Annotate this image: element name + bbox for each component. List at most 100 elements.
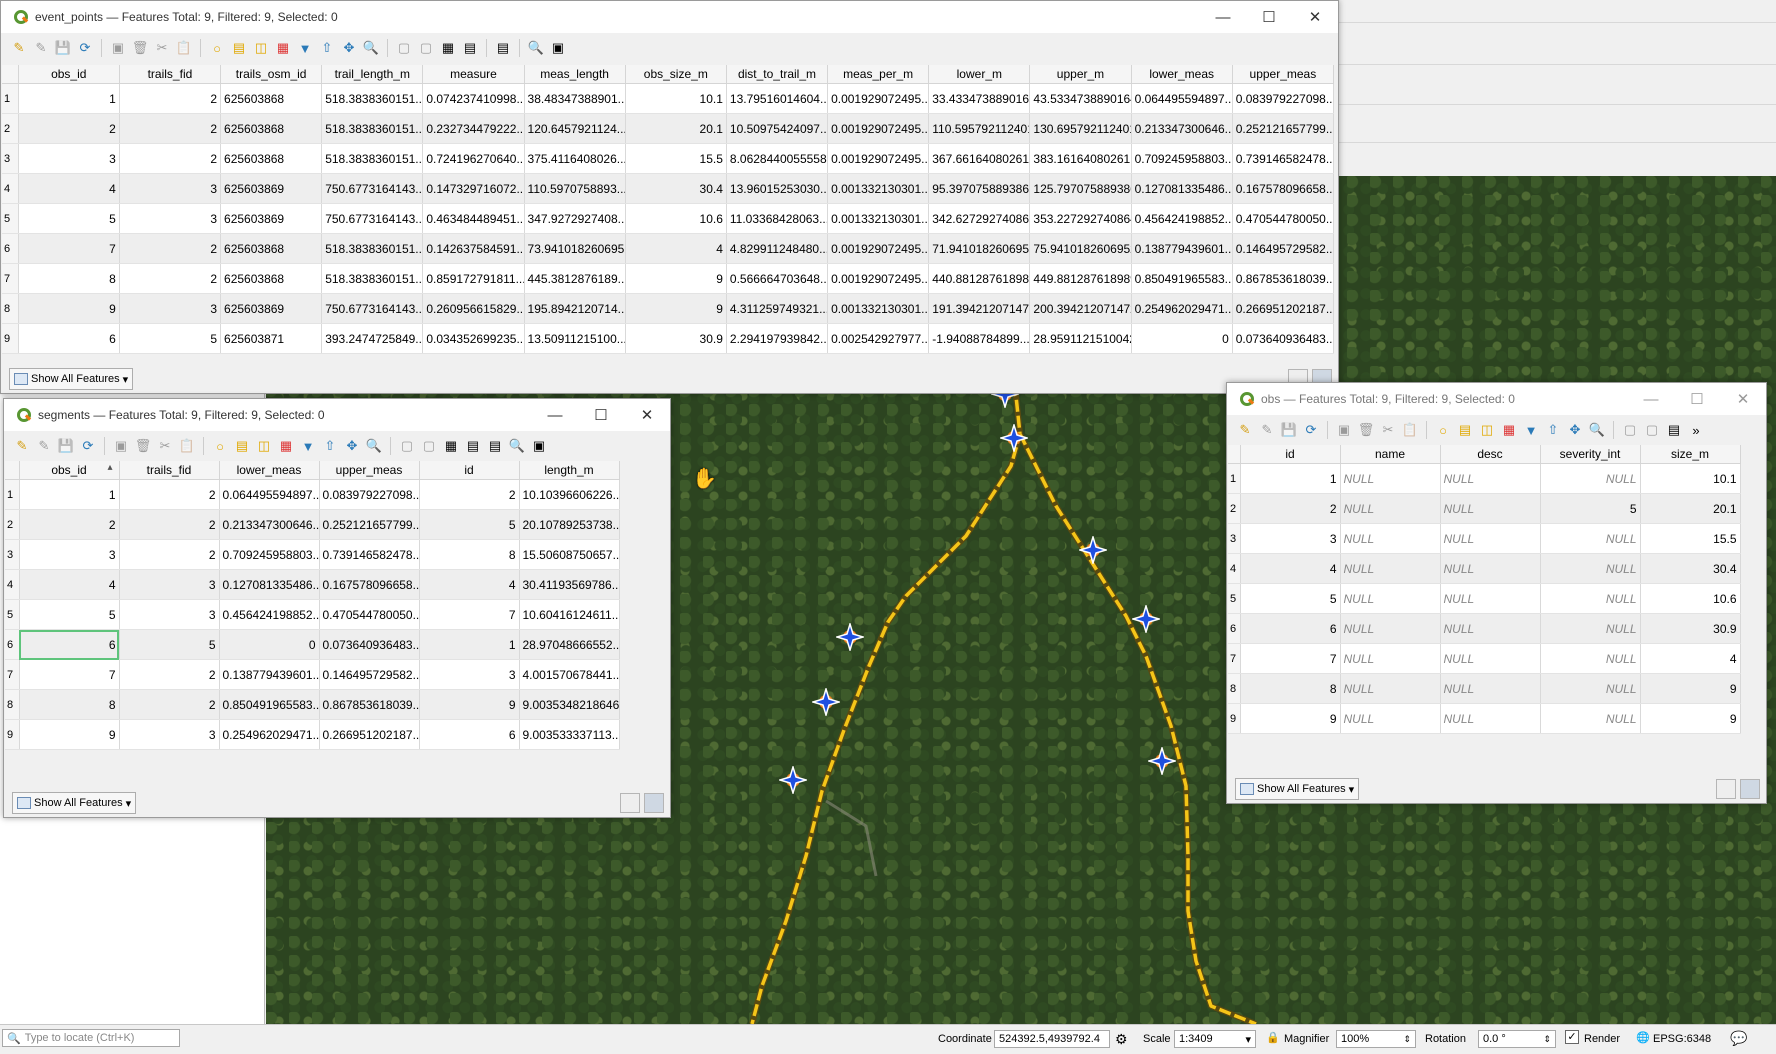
table-row[interactable]: 2 2 NULL NULL 5 20.1 [1228, 493, 1741, 524]
table-cell[interactable]: 6 [419, 719, 520, 750]
event-points-table[interactable]: obs_id trails_fid trails_osm_id trail_lengt… [2, 65, 1335, 354]
table-cell[interactable]: NULL [1340, 613, 1441, 644]
table-cell[interactable]: 9 [1640, 703, 1741, 734]
zoom-to-selected-icon[interactable]: 🔍 [1587, 420, 1607, 440]
table-cell[interactable]: 5 [119, 323, 222, 354]
table-cell[interactable]: 0.213347300646... [1131, 113, 1233, 144]
row-number[interactable]: 8 [5, 689, 20, 720]
filter-icon[interactable]: ▼ [295, 38, 315, 58]
table-cell[interactable]: NULL [1340, 553, 1441, 584]
table-row[interactable]: 7 7 NULL NULL NULL 4 [1228, 643, 1741, 674]
table-cell[interactable]: NULL [1440, 673, 1541, 704]
row-number[interactable]: 9 [2, 323, 19, 354]
table-cell[interactable]: 0.709245958803... [219, 539, 320, 570]
add-feature-icon[interactable]: ▣ [1334, 420, 1354, 440]
table-cell[interactable]: 15.5 [1640, 523, 1741, 554]
cut-icon[interactable]: ✂ [155, 436, 175, 456]
table-cell[interactable]: 3 [18, 143, 120, 174]
cut-icon[interactable]: ✂ [1378, 420, 1398, 440]
table-cell[interactable]: 30.9 [625, 323, 727, 354]
column-header[interactable]: obs_id ▴ [19, 461, 120, 480]
table-cell[interactable]: 1 [18, 83, 120, 114]
table-row[interactable]: 4 4 3 625603869 750.6773164143... 0.147329716… [2, 173, 1335, 204]
table-cell[interactable]: NULL [1540, 583, 1641, 614]
table-cell[interactable]: 0.254962029471... [1131, 293, 1233, 324]
table-cell[interactable]: 0.470544780050... [319, 599, 420, 630]
deselect-icon[interactable]: ▦ [276, 436, 296, 456]
table-cell[interactable]: NULL [1540, 643, 1641, 674]
row-number[interactable]: 2 [2, 113, 19, 144]
table-cell[interactable]: 3 [119, 719, 220, 750]
table-cell[interactable]: 0.083979227098... [319, 479, 420, 510]
table-cell[interactable]: 0.001332130301... [827, 203, 930, 234]
table-cell[interactable]: 20.10789253738... [519, 509, 620, 540]
table-cell[interactable]: 2 [18, 113, 120, 144]
table-cell[interactable]: 342.627292740864 [928, 203, 1031, 234]
maximize-icon[interactable]: ☐ [1674, 383, 1720, 415]
add-feature-icon[interactable]: ▣ [111, 436, 131, 456]
table-cell[interactable]: 2 [19, 509, 120, 540]
table-cell[interactable]: 625603868 [220, 113, 323, 144]
delete-feature-icon[interactable]: 🗑 [133, 436, 153, 456]
table-cell[interactable]: 9.0035348218646 [519, 689, 620, 720]
table-cell[interactable]: NULL [1540, 613, 1641, 644]
table-cell[interactable]: 2 [419, 479, 520, 510]
table-cell[interactable]: 4.311259749321... [726, 293, 829, 324]
table-cell[interactable]: NULL [1440, 553, 1541, 584]
table-row[interactable]: 8 8 NULL NULL NULL 9 [1228, 673, 1741, 704]
close-icon[interactable]: ✕ [1292, 1, 1338, 33]
pan-to-selected-icon[interactable]: ✥ [342, 436, 362, 456]
table-cell[interactable]: 1 [419, 629, 520, 660]
table-cell[interactable]: 9.003533337113... [519, 719, 620, 750]
new-field-icon[interactable]: ▦ [441, 436, 461, 456]
table-cell[interactable]: 0.064495594897... [219, 479, 320, 510]
table-cell[interactable]: 110.5970758893... [524, 173, 626, 204]
table-cell[interactable]: 2 [119, 143, 222, 174]
table-cell[interactable]: 625603868 [220, 263, 323, 294]
reload-icon[interactable]: ⟳ [1301, 420, 1321, 440]
table-row[interactable]: 6 6 5 0 0.073640936483... 1 28.97048666552... [5, 629, 620, 660]
conditional-format-icon[interactable]: ▤ [493, 38, 513, 58]
table-cell[interactable]: 750.6773164143... [321, 203, 424, 234]
column-header[interactable]: lower_m [928, 65, 1031, 84]
show-all-features-button[interactable]: Show All Features ▾ [1235, 778, 1360, 800]
table-cell[interactable]: 6 [18, 323, 120, 354]
table-cell[interactable]: 0.850491965583... [219, 689, 320, 720]
table-cell[interactable]: 0.260956615829... [422, 293, 525, 324]
select-expression-icon[interactable]: ○ [1433, 420, 1453, 440]
table-cell[interactable]: 0.001929072495... [827, 143, 930, 174]
edit-pencil-icon[interactable]: ✎ [12, 436, 32, 456]
row-number[interactable]: 7 [2, 263, 19, 294]
table-cell[interactable]: 9 [625, 293, 727, 324]
pan-to-selected-icon[interactable]: ✥ [339, 38, 359, 58]
table-cell[interactable]: 347.9272927408... [524, 203, 626, 234]
table-row[interactable]: 9 9 NULL NULL NULL 9 [1228, 703, 1741, 734]
table-cell[interactable]: 0.001929072495... [827, 113, 930, 144]
table-cell[interactable]: 110.595792112401 [928, 113, 1031, 144]
column-header[interactable]: length_m [519, 461, 620, 480]
table-cell[interactable]: 6 [1240, 613, 1341, 644]
table-cell[interactable]: 0.001929072495... [827, 83, 930, 114]
table-cell[interactable]: 3 [119, 203, 222, 234]
table-cell[interactable]: 4.829911248480... [726, 233, 829, 264]
table-cell[interactable]: 2 [119, 689, 220, 720]
table-cell[interactable]: 750.6773164143... [321, 173, 424, 204]
table-cell[interactable]: 4 [1640, 643, 1741, 674]
filter-icon[interactable]: ▼ [1521, 420, 1541, 440]
table-cell[interactable]: NULL [1340, 523, 1441, 554]
table-row[interactable]: 5 5 NULL NULL NULL 10.6 [1228, 583, 1741, 614]
table-cell[interactable]: NULL [1540, 463, 1641, 494]
table-cell[interactable]: 10.6 [625, 203, 727, 234]
column-header[interactable]: size_m [1640, 445, 1741, 464]
table-cell[interactable]: 2 [119, 233, 222, 264]
table-cell[interactable]: NULL [1340, 643, 1441, 674]
filter-icon[interactable]: ▼ [298, 436, 318, 456]
table-cell[interactable]: NULL [1540, 673, 1641, 704]
table-cell[interactable]: 4 [625, 233, 727, 264]
table-row[interactable]: 8 9 3 625603869 750.6773164143... 0.260956615… [2, 293, 1335, 324]
table-cell[interactable]: NULL [1340, 493, 1441, 524]
table-cell[interactable]: 0.138779439601... [1131, 233, 1233, 264]
table-cell[interactable]: 11.03368428063... [726, 203, 829, 234]
table-cell[interactable]: 43.5334738890164 [1029, 83, 1132, 114]
table-cell[interactable]: 393.2474725849... [321, 323, 424, 354]
